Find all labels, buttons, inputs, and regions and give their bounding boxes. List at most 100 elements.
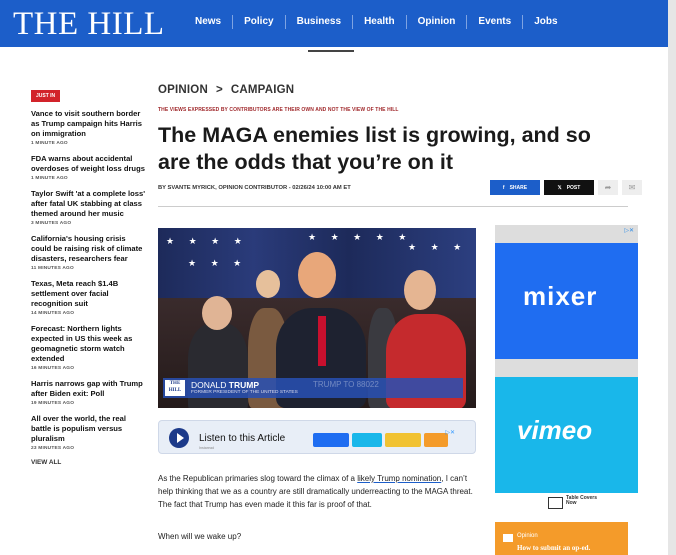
nav-item-opinion[interactable]: Opinion bbox=[405, 15, 467, 29]
rail-item-title[interactable]: Taylor Swift 'at a complete loss' after … bbox=[31, 189, 146, 219]
rail-item[interactable]: Harris narrows gap with Trump after Bide… bbox=[31, 379, 146, 406]
inline-ad[interactable]: ▷✕ bbox=[313, 427, 459, 447]
article-paragraph: When will we wake up? bbox=[158, 532, 242, 541]
person-head bbox=[298, 252, 336, 298]
op-ed-title[interactable]: How to submit an op-ed. bbox=[517, 544, 590, 552]
rail-item[interactable]: Texas, Meta reach $1.4B settlement over … bbox=[31, 279, 146, 316]
the-hill-mark-icon bbox=[503, 534, 513, 542]
nav-item-jobs[interactable]: Jobs bbox=[522, 15, 568, 29]
rail-item-title[interactable]: All over the world, the real battle is p… bbox=[31, 414, 146, 444]
post-label: POST bbox=[566, 184, 581, 191]
facebook-icon: f bbox=[502, 184, 505, 191]
nav-item-news[interactable]: News bbox=[192, 15, 232, 29]
x-icon: 𝕏 bbox=[557, 184, 562, 191]
person-head bbox=[404, 270, 436, 310]
rail-item-title[interactable]: FDA warns about accidental overdoses of … bbox=[31, 154, 146, 174]
breadcrumb-campaign[interactable]: CAMPAIGN bbox=[231, 84, 294, 96]
rail-item[interactable]: FDA warns about accidental overdoses of … bbox=[31, 154, 146, 181]
site-logo[interactable]: THE HILL bbox=[13, 5, 165, 43]
lower-third-ghost-text: TRUMP TO 88022 bbox=[313, 380, 379, 389]
rail-item[interactable]: All over the world, the real battle is p… bbox=[31, 414, 146, 451]
ad-chip-yellow[interactable] bbox=[385, 433, 421, 447]
ad-strip bbox=[308, 48, 354, 52]
rail-item-time: 1 MINUTE AGO bbox=[31, 176, 68, 181]
facebook-share-button[interactable]: f SHARE bbox=[490, 180, 540, 195]
vimeo-ad[interactable]: vimeo bbox=[495, 377, 638, 493]
mixer-logo-text: mixer bbox=[523, 281, 598, 311]
stars-decoration: ★ ★ ★ bbox=[188, 258, 248, 268]
rail-item[interactable]: Forecast: Northern lights expected in US… bbox=[31, 324, 146, 371]
rail-item-time: 11 MINUTES AGO bbox=[31, 266, 74, 271]
mixer-ad[interactable]: mixer bbox=[495, 243, 638, 359]
ad-chip-vimeo[interactable] bbox=[352, 433, 382, 447]
likely-trump-nomination-link[interactable]: likely Trump nomination bbox=[357, 474, 441, 483]
person-head bbox=[202, 296, 232, 330]
view-all-link[interactable]: VIEW ALL bbox=[31, 459, 146, 466]
vimeo-logo-text: vimeo bbox=[517, 415, 593, 445]
share-arrow-icon: ➦ bbox=[604, 183, 612, 192]
site-header: THE HILL News Policy Business Health Opi… bbox=[0, 0, 668, 47]
share-bar: f SHARE 𝕏 POST ➦ ✉ bbox=[490, 180, 642, 195]
share-label: SHARE bbox=[509, 184, 528, 191]
nav-item-events[interactable]: Events bbox=[466, 15, 522, 29]
rail-item-title[interactable]: California's housing crisis could be rai… bbox=[31, 234, 146, 264]
email-icon: ✉ bbox=[628, 183, 636, 192]
lower-third-first-name: DONALD bbox=[191, 380, 229, 390]
rail-item-title[interactable]: Vance to visit southern border as Trump … bbox=[31, 109, 146, 139]
person-head bbox=[256, 270, 280, 298]
rail-item-time: 1 MINUTE AGO bbox=[31, 141, 68, 146]
video-player[interactable]: ★ ★ ★ ★ ★ ★ ★ ★ ★ ★ ★ ★ ★ ★ ★ THE HILL D… bbox=[158, 228, 476, 408]
share-arrow-button[interactable]: ➦ bbox=[598, 180, 618, 195]
x-post-button[interactable]: 𝕏 POST bbox=[544, 180, 594, 195]
op-ed-kicker: Opinion bbox=[517, 533, 538, 539]
paragraph-text: As the Republican primaries slog toward … bbox=[158, 474, 358, 483]
nav-item-business[interactable]: Business bbox=[284, 15, 352, 29]
article-headline: The MAGA enemies list is growing, and so… bbox=[158, 123, 591, 174]
submit-op-ed-banner[interactable]: Opinion How to submit an op-ed. bbox=[495, 522, 628, 555]
stars-decoration: ★ ★ ★ bbox=[408, 242, 468, 252]
rail-item-time: 14 MINUTES AGO bbox=[31, 311, 75, 316]
rail-item-title[interactable]: Harris narrows gap with Trump after Bide… bbox=[31, 379, 146, 399]
tie bbox=[318, 316, 326, 366]
listen-provider: Instaread bbox=[199, 446, 214, 450]
rail-item[interactable]: Taylor Swift 'at a complete loss' after … bbox=[31, 189, 146, 226]
article-byline: BY SVANTE MYRICK, OPINION CONTRIBUTOR - … bbox=[158, 185, 351, 191]
email-button[interactable]: ✉ bbox=[622, 180, 642, 195]
divider bbox=[158, 206, 628, 207]
stars-decoration: ★ ★ ★ ★ ★ bbox=[308, 232, 413, 242]
lower-third-subtitle: FORMER PRESIDENT OF THE UNITED STATES bbox=[191, 390, 298, 395]
play-audio-button[interactable] bbox=[169, 428, 189, 448]
rail-item[interactable]: California's housing crisis could be rai… bbox=[31, 234, 146, 271]
rail-item-time: 16 MINUTES AGO bbox=[31, 366, 75, 371]
just-in-rail: JUST IN Vance to visit southern border a… bbox=[31, 84, 146, 466]
article-paragraph: As the Republican primaries slog toward … bbox=[158, 472, 476, 511]
nav-item-policy[interactable]: Policy bbox=[232, 15, 284, 29]
rail-item-time: 19 MINUTES AGO bbox=[31, 401, 75, 406]
rail-item[interactable]: Vance to visit southern border as Trump … bbox=[31, 109, 146, 146]
rail-item-time: 23 MINUTES AGO bbox=[31, 446, 75, 451]
video-lower-third: THE HILL DONALD TRUMP TRUMP TO 88022 FOR… bbox=[163, 378, 463, 398]
ad-choices-icon[interactable]: ▷✕ bbox=[624, 227, 634, 234]
just-in-badge: JUST IN bbox=[31, 90, 61, 102]
listen-to-article-bar: Listen to this Article Instaread ▷✕ bbox=[158, 420, 476, 454]
breadcrumb: OPINION > CAMPAIGN bbox=[158, 84, 294, 96]
listen-label[interactable]: Listen to this Article bbox=[199, 433, 285, 444]
rail-item-title[interactable]: Texas, Meta reach $1.4B settlement over … bbox=[31, 279, 146, 309]
rail-item-title[interactable]: Forecast: Northern lights expected in US… bbox=[31, 324, 146, 364]
main-nav: News Policy Business Health Opinion Even… bbox=[192, 15, 569, 29]
ad-choices-icon[interactable]: ▷✕ bbox=[445, 429, 455, 436]
table-covers-logo-icon bbox=[548, 497, 563, 509]
page: THE HILL News Policy Business Health Opi… bbox=[0, 0, 676, 555]
table-covers-text[interactable]: Table Covers Now bbox=[566, 496, 606, 506]
lower-third-name: DONALD TRUMP bbox=[191, 380, 259, 390]
breadcrumb-separator: > bbox=[215, 84, 223, 96]
rail-item-time: 3 MINUTES AGO bbox=[31, 221, 72, 226]
breadcrumb-opinion[interactable]: OPINION bbox=[158, 84, 208, 96]
stars-decoration: ★ ★ ★ ★ bbox=[166, 236, 248, 246]
the-hill-logo: THE HILL bbox=[165, 380, 185, 396]
nav-item-health[interactable]: Health bbox=[352, 15, 406, 29]
sidebar-ad[interactable]: ▷✕ mixer vimeo bbox=[495, 225, 638, 493]
lower-third-last-name: TRUMP bbox=[228, 380, 260, 390]
opinion-disclaimer: THE VIEWS EXPRESSED BY CONTRIBUTORS ARE … bbox=[158, 107, 399, 113]
ad-chip-mixer[interactable] bbox=[313, 433, 349, 447]
